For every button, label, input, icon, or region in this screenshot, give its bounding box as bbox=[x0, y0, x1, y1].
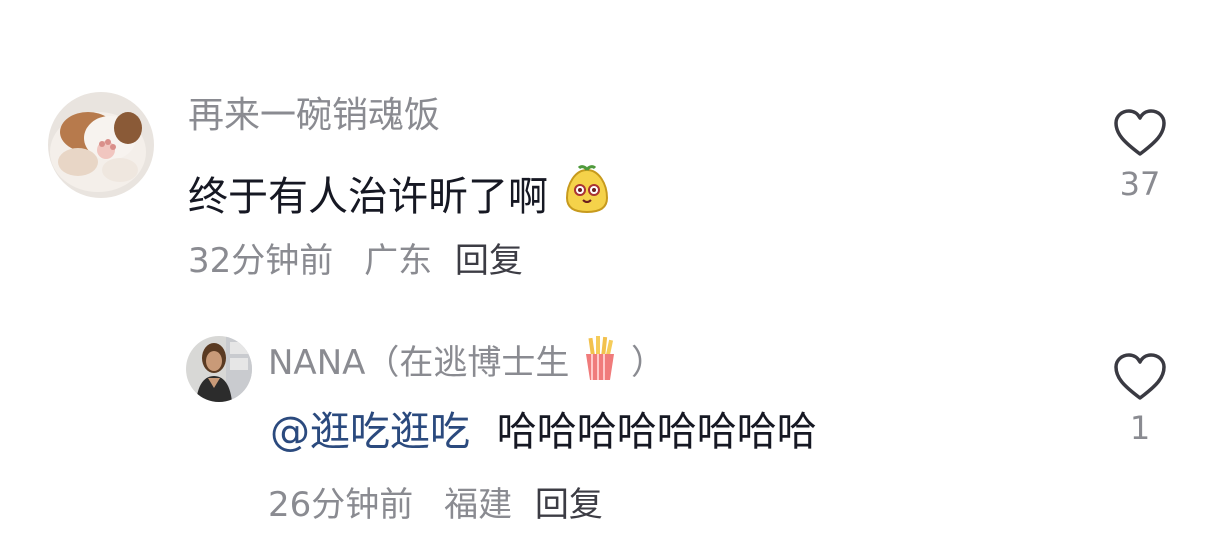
comment-location: 广东 bbox=[364, 241, 433, 281]
reply-meta: 26分钟前 福建 回复 bbox=[268, 482, 603, 528]
username-suffix: ） bbox=[631, 343, 666, 383]
heart-icon bbox=[1114, 353, 1166, 400]
username[interactable]: NANA（在逃博士生 ） bbox=[268, 336, 665, 395]
reply-button[interactable]: 回复 bbox=[455, 238, 523, 284]
comment-text-body: 终于有人治许昕了啊 bbox=[188, 174, 548, 220]
comment-time: 32分钟前 bbox=[188, 241, 334, 281]
reply-text: @逛吃逛吃 哈哈哈哈哈哈哈哈 bbox=[270, 406, 817, 458]
woman-avatar-image bbox=[186, 336, 252, 402]
comment-text: 终于有人治许昕了啊 bbox=[188, 164, 613, 229]
dumpling-face-emoji bbox=[561, 164, 613, 229]
username-text: 在逃博士生 bbox=[399, 343, 570, 383]
mention-link[interactable]: @逛吃逛吃 bbox=[270, 409, 470, 455]
reply-item: NANA（在逃博士生 ） @逛吃逛吃 哈哈哈哈哈哈哈哈 26分钟前 福建 回复 … bbox=[0, 300, 1220, 557]
avatar[interactable] bbox=[186, 336, 252, 402]
comment-meta: 32分钟前 广东 回复 bbox=[188, 238, 523, 284]
like-count: 1 bbox=[1129, 409, 1151, 447]
reply-time: 26分钟前 bbox=[268, 485, 414, 525]
like-button[interactable]: 37 bbox=[1110, 108, 1170, 202]
reply-text-body: 哈哈哈哈哈哈哈哈 bbox=[496, 409, 817, 455]
like-button[interactable]: 1 bbox=[1110, 352, 1170, 446]
avatar[interactable] bbox=[48, 92, 154, 198]
puppy-avatar-image bbox=[48, 92, 154, 198]
reply-button[interactable]: 回复 bbox=[535, 482, 603, 528]
username[interactable]: 再来一碗销魂饭 bbox=[188, 92, 440, 140]
french-fries-emoji bbox=[580, 336, 620, 395]
like-count: 37 bbox=[1119, 165, 1161, 203]
comment-item: 再来一碗销魂饭 终于有人治许昕了啊 32分钟前 广东 回复 37 bbox=[0, 0, 1220, 300]
username-prefix: NANA（ bbox=[268, 343, 400, 383]
heart-icon bbox=[1114, 109, 1166, 156]
reply-location: 福建 bbox=[444, 485, 513, 525]
